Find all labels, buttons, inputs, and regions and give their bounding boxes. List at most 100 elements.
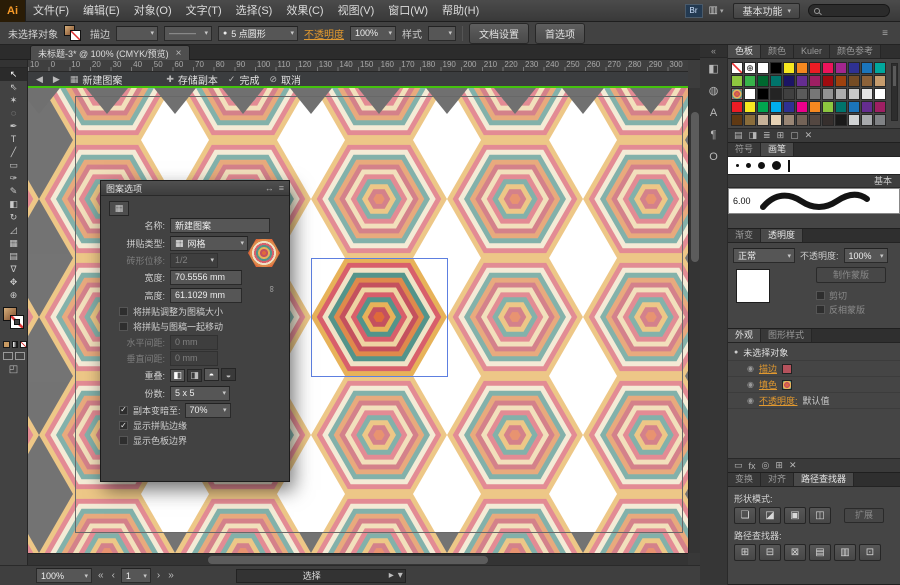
swatch[interactable] (783, 88, 795, 100)
scale-tool[interactable]: ◿ (0, 224, 27, 237)
swatch[interactable] (835, 88, 847, 100)
color-button[interactable] (3, 341, 10, 348)
outline-button[interactable]: ▥ (834, 544, 856, 561)
canvas-viewport[interactable]: 图案选项 ↔ ≡ ▦ ∞ 名称: 新建图案 拼贴类型: ▦ 网格 砖形位移: 1… (28, 88, 688, 553)
swatch[interactable] (757, 114, 769, 126)
tab-brushes[interactable]: 画笔 (761, 143, 795, 156)
menu-effect[interactable]: 效果(C) (279, 0, 330, 22)
search-input[interactable] (808, 4, 890, 17)
screen-mode-button[interactable]: ◰ (0, 360, 27, 375)
document-setup-button[interactable]: 文档设置 (469, 22, 529, 44)
swatch[interactable] (809, 75, 821, 87)
first-artboard-icon[interactable]: « (96, 570, 106, 581)
merge-button[interactable]: ⊠ (784, 544, 806, 561)
color-panel-icon[interactable]: ◧ (700, 58, 727, 80)
eraser-tool[interactable]: ◧ (0, 198, 27, 211)
swatch[interactable] (848, 88, 860, 100)
paintbrush-tool[interactable]: ✑ (0, 172, 27, 185)
swatch[interactable] (809, 88, 821, 100)
swatch-kinds-icon[interactable]: ◨ (749, 130, 758, 141)
swatch[interactable] (796, 101, 808, 113)
swatch[interactable] (874, 88, 886, 100)
swatch-libraries-icon[interactable]: ▤ (734, 130, 743, 141)
transparency-opacity-select[interactable]: 100% (843, 248, 888, 263)
width-input[interactable]: 70.5556 mm (170, 269, 242, 285)
minus-front-button[interactable]: ◪ (759, 507, 781, 524)
selected-brush-item[interactable]: 6.00 (728, 188, 900, 214)
opentype-panel-icon[interactable]: O (700, 146, 727, 168)
swatch[interactable] (757, 101, 769, 113)
tab-kuler[interactable]: Kuler (794, 45, 831, 58)
swatch[interactable] (835, 62, 847, 74)
unite-button[interactable]: ❏ (734, 507, 756, 524)
swatch[interactable] (809, 101, 821, 113)
stroke-color-swatch[interactable] (10, 315, 24, 329)
swatch[interactable] (822, 75, 834, 87)
back-arrow-icon[interactable]: ◀ (36, 74, 43, 85)
swatch[interactable] (861, 114, 873, 126)
color-guide-panel-icon[interactable]: ◍ (700, 80, 727, 102)
brush-thumbnail[interactable] (772, 161, 781, 170)
type-tool[interactable]: T (0, 133, 27, 146)
stroke-swatch[interactable] (70, 29, 81, 41)
next-artboard-icon[interactable]: › (155, 570, 162, 581)
lasso-tool[interactable]: ◌ (0, 107, 27, 120)
vertical-scrollbar-thumb[interactable] (691, 112, 699, 262)
swatch[interactable] (796, 62, 808, 74)
swatch[interactable] (770, 62, 782, 74)
rotate-tool[interactable]: ↻ (0, 211, 27, 224)
menu-object[interactable]: 对象(O) (127, 0, 179, 22)
minus-back-button[interactable]: ⊡ (859, 544, 881, 561)
artboard-number-select[interactable]: 1 (120, 568, 151, 583)
control-panel-menu-icon[interactable]: ≡ (882, 28, 888, 39)
swatch[interactable] (835, 101, 847, 113)
overlap-left-in-front-button[interactable]: ◧ (170, 368, 185, 382)
bridge-icon[interactable]: Br (684, 3, 703, 18)
swatch[interactable] (731, 101, 743, 113)
fill-stroke-proxy[interactable] (64, 24, 84, 42)
swatch[interactable] (822, 62, 834, 74)
workspace-switcher-button[interactable]: 基本功能 ▾ (733, 2, 800, 19)
eye-icon[interactable]: ◉ (747, 364, 754, 373)
menu-select[interactable]: 选择(S) (229, 0, 280, 22)
link-dimensions-icon[interactable]: ∞ (267, 286, 277, 292)
opacity-select[interactable]: 100% (350, 25, 396, 41)
brush-thumbnail[interactable] (736, 164, 739, 167)
swatch[interactable] (783, 75, 795, 87)
menu-type[interactable]: 文字(T) (179, 0, 229, 22)
line-segment-tool[interactable]: ╱ (0, 146, 27, 159)
move-tile-with-art-checkbox[interactable] (119, 322, 128, 331)
crop-button[interactable]: ▤ (809, 544, 831, 561)
tab-gradient[interactable]: 渐变 (728, 229, 762, 242)
draw-behind-button[interactable] (15, 352, 25, 360)
brush-thumbnail[interactable] (746, 163, 751, 168)
swatch[interactable] (770, 114, 782, 126)
swatch[interactable] (770, 101, 782, 113)
make-mask-button[interactable]: 制作蒙版 (816, 267, 886, 283)
swatch[interactable] (861, 62, 873, 74)
menu-view[interactable]: 视图(V) (331, 0, 382, 22)
swatch[interactable] (809, 114, 821, 126)
tab-transform[interactable]: 变换 (728, 473, 762, 486)
swatch[interactable] (835, 75, 847, 87)
stroke-weight-select[interactable] (116, 25, 158, 41)
swatch[interactable] (848, 75, 860, 87)
preferences-button[interactable]: 首选项 (535, 22, 585, 44)
swatch[interactable] (757, 62, 769, 74)
swatch[interactable] (848, 62, 860, 74)
style-select[interactable] (428, 25, 456, 41)
swatch[interactable]: ⊕ (744, 62, 756, 74)
swatch[interactable] (796, 88, 808, 100)
draw-normal-button[interactable] (3, 352, 13, 360)
overlap-top-in-front-button[interactable]: ◓ (204, 368, 219, 382)
swatch[interactable] (861, 75, 873, 87)
tab-appearance[interactable]: 外观 (728, 329, 762, 342)
swatch[interactable] (770, 75, 782, 87)
swatch[interactable] (757, 88, 769, 100)
width-profile-select[interactable]: ——— (164, 25, 212, 41)
rectangle-tool[interactable]: ▭ (0, 159, 27, 172)
swatch[interactable] (822, 88, 834, 100)
menu-window[interactable]: 窗口(W) (381, 0, 435, 22)
height-input[interactable]: 61.1029 mm (170, 287, 242, 303)
swatch[interactable] (783, 114, 795, 126)
